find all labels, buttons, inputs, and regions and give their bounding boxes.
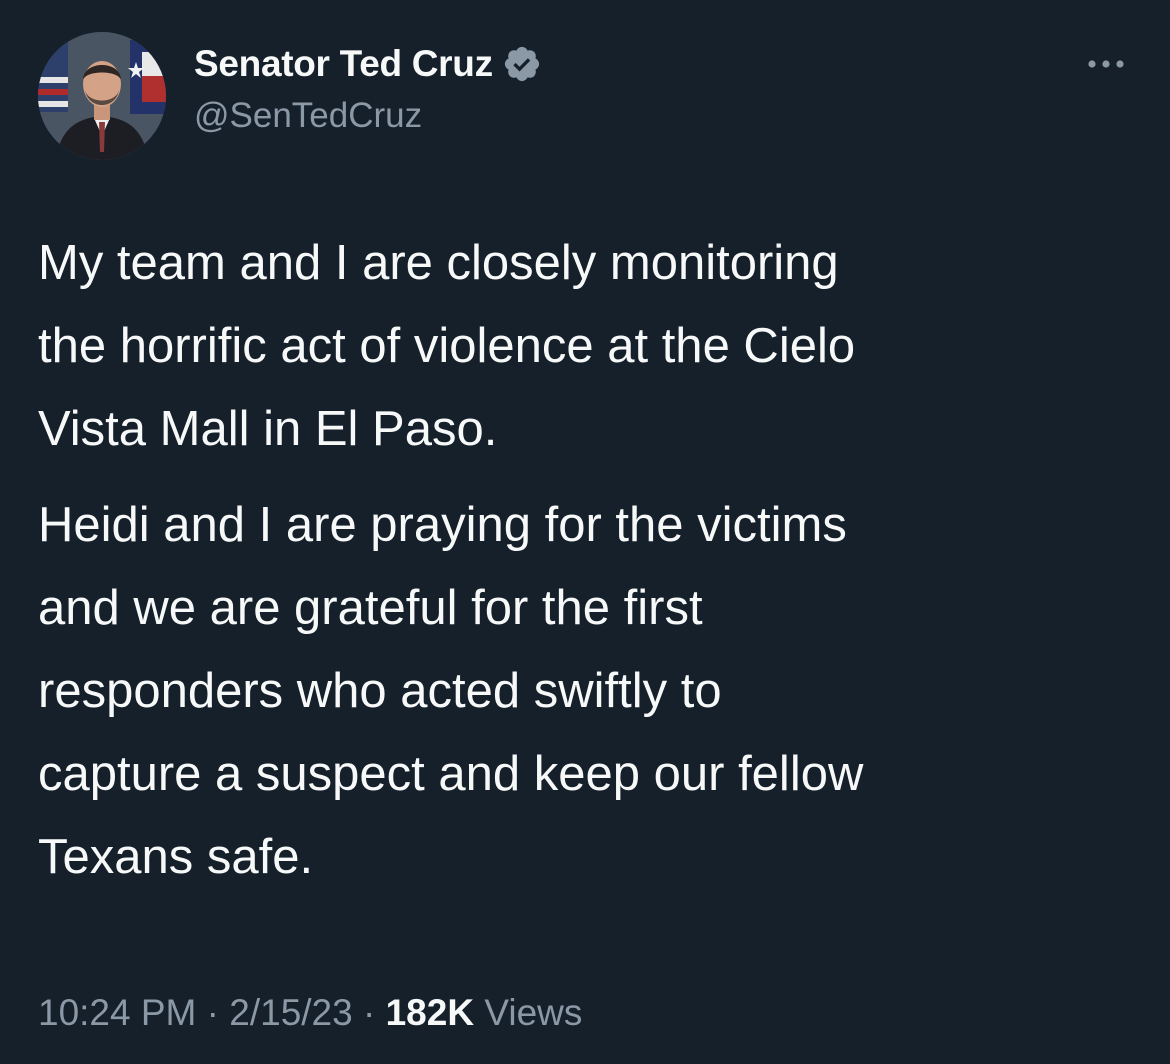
separator: · — [206, 992, 219, 1033]
tweet-paragraph: Heidi and I are praying for the victims … — [38, 498, 864, 884]
separator: · — [363, 992, 376, 1033]
profile-photo — [38, 32, 166, 160]
more-options-icon[interactable] — [1078, 46, 1134, 82]
views-link[interactable]: 182K Views — [386, 992, 583, 1033]
views-label: Views — [484, 992, 583, 1033]
verified-badge-icon[interactable] — [502, 44, 542, 84]
tweet-text: My team and I are closely monitoring the… — [38, 222, 1138, 899]
handle[interactable]: @SenTedCruz — [194, 96, 542, 136]
tweet-paragraph: My team and I are closely monitoring the… — [38, 236, 856, 456]
views-count: 182K — [385, 992, 475, 1033]
avatar[interactable] — [38, 32, 166, 160]
tweet-card: Senator Ted Cruz @SenTedCruz My team and… — [0, 0, 1170, 1064]
display-name[interactable]: Senator Ted Cruz — [194, 43, 493, 85]
tweet-meta: 10:24 PM · 2/15/23 · 182K Views — [38, 992, 582, 1034]
tweet-date[interactable]: 2/15/23 — [229, 992, 352, 1033]
tweet-time[interactable]: 10:24 PM — [38, 992, 196, 1033]
name-row: Senator Ted Cruz — [194, 42, 542, 86]
author-info[interactable]: Senator Ted Cruz @SenTedCruz — [194, 42, 542, 136]
